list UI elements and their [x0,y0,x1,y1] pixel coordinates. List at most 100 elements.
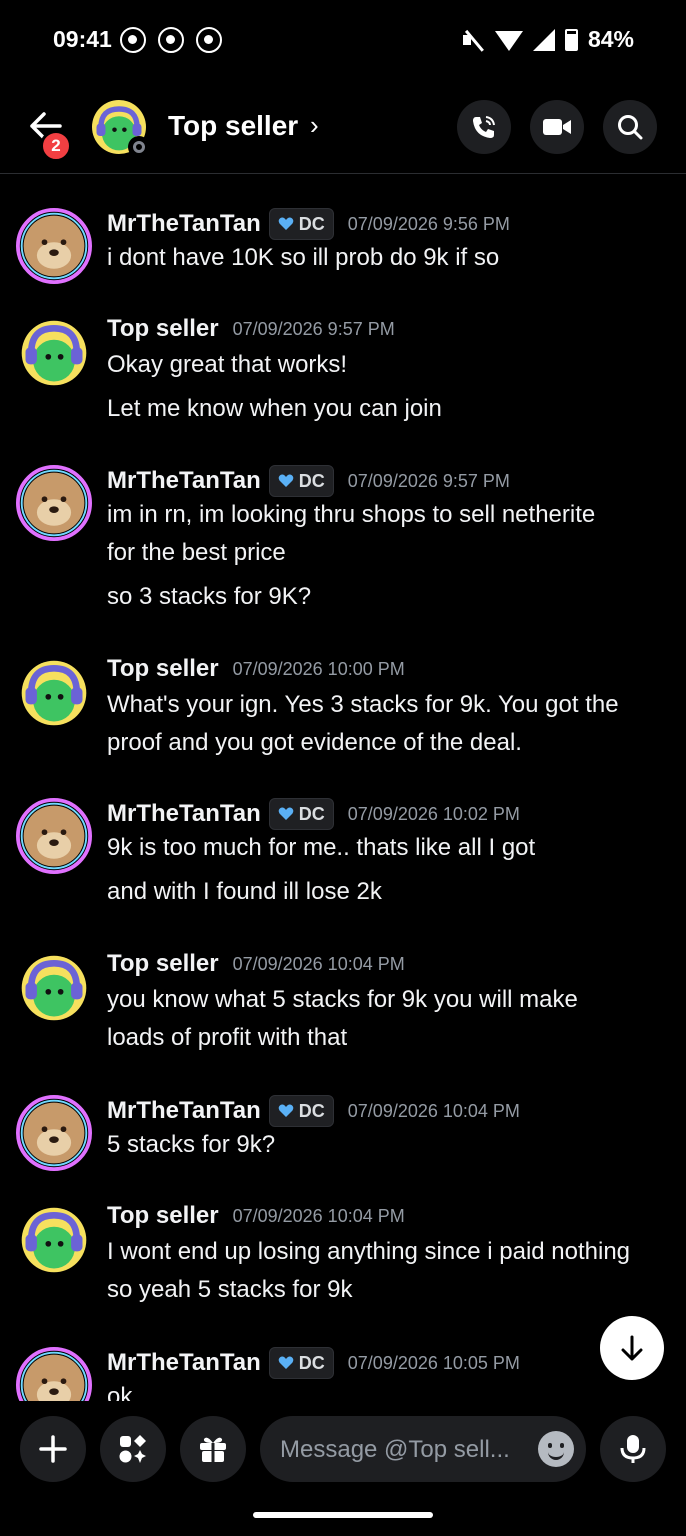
message-header: MrTheTanTan DC 07/09/2026 9:57 PM [107,465,510,497]
server-tag[interactable]: DC [268,465,334,497]
avatar[interactable] [16,1347,92,1401]
apps-button[interactable] [100,1416,166,1482]
voice-call-button[interactable] [457,100,511,154]
status-bar: 09:41 84% [0,0,686,80]
server-tag[interactable]: DC [268,1095,334,1127]
voice-message-button[interactable] [600,1416,666,1482]
message-text[interactable]: I wont end up losing anything since i pa… [107,1238,630,1266]
server-tag-label: DC [298,1100,325,1121]
emoji-icon[interactable] [538,1431,574,1467]
phone-call-icon [473,116,495,138]
chevron-right-icon[interactable]: › [310,110,319,141]
video-call-button[interactable] [530,100,584,154]
message-input[interactable]: Message @Top sell... [260,1416,586,1482]
message-group[interactable]: MrTheTanTan DC 07/09/2026 10:02 PM 9k is to… [0,798,686,938]
wifi-icon [494,30,523,51]
message-group[interactable]: Top seller 07/09/2026 10:00 PM What's your… [0,655,686,795]
message-group[interactable]: MrTheTanTan DC 07/09/2026 9:57 PM im in rn,… [0,465,686,610]
message-text[interactable]: 5 stacks for 9k? [107,1131,275,1159]
author-name[interactable]: Top seller [107,655,219,683]
avatar[interactable] [16,1095,92,1171]
message-text[interactable]: im in rn, im looking thru shops to sell … [107,501,595,529]
message-text[interactable]: Let me know when you can join [107,395,442,423]
timestamp: 07/09/2026 10:02 PM [347,803,520,824]
avatar[interactable] [16,315,92,391]
server-tag[interactable]: DC [268,1347,334,1379]
message-header: MrTheTanTan DC 07/09/2026 10:02 PM [107,798,520,830]
arrow-down-icon [621,1335,643,1361]
unread-badge: 2 [40,130,72,162]
timestamp: 07/09/2026 9:56 PM [347,213,510,234]
timestamp: 07/09/2026 9:57 PM [347,470,510,491]
message-group[interactable]: Top seller 07/09/2026 9:57 PM Okay great t… [0,315,686,455]
message-text[interactable]: Okay great that works! [107,351,347,379]
microphone-icon [620,1435,646,1463]
message-group[interactable]: MrTheTanTan DC 07/09/2026 10:05 PM ok [0,1347,686,1401]
author-name[interactable]: MrTheTanTan [107,800,261,828]
server-tag-label: DC [298,213,325,234]
heart-icon [278,1356,294,1369]
author-name[interactable]: Top seller [107,1202,219,1230]
video-camera-icon [543,119,571,135]
timestamp: 07/09/2026 10:00 PM [232,658,405,679]
timestamp: 07/09/2026 10:04 PM [232,1205,405,1226]
author-name[interactable]: MrTheTanTan [107,1349,261,1377]
author-name[interactable]: Top seller [107,950,219,978]
server-tag[interactable]: DC [268,798,334,830]
message-text[interactable]: for the best price [107,539,286,567]
gift-button[interactable] [180,1416,246,1482]
status-notification-icons [120,27,222,53]
heart-icon [278,474,294,487]
server-tag-label: DC [298,470,325,491]
apps-icon [119,1435,146,1463]
server-tag-label: DC [298,1352,325,1373]
message-input-placeholder: Message @Top sell... [280,1436,510,1463]
author-name[interactable]: Top seller [107,315,219,343]
avatar[interactable] [16,950,92,1026]
page-title[interactable]: Top seller [168,110,298,142]
jump-to-bottom-button[interactable] [600,1316,664,1380]
timestamp: 07/09/2026 10:04 PM [347,1100,520,1121]
timestamp: 07/09/2026 10:04 PM [232,953,405,974]
avatar[interactable] [16,655,92,731]
server-tag[interactable]: DC [268,208,334,240]
timestamp: 07/09/2026 10:05 PM [347,1352,520,1373]
status-time: 09:41 [53,26,112,52]
search-icon [618,115,643,140]
heart-icon [278,217,294,230]
message-text[interactable]: ok [107,1383,132,1401]
author-name[interactable]: MrTheTanTan [107,210,261,238]
avatar[interactable] [16,1202,92,1278]
message-text[interactable]: proof and you got evidence of the deal. [107,729,522,757]
avatar[interactable] [16,208,92,284]
accessibility-icon [158,27,184,53]
message-group[interactable]: Top seller 07/09/2026 10:04 PM you know wh… [0,950,686,1090]
plus-icon [39,1435,67,1463]
avatar[interactable] [16,798,92,874]
status-system-icons: 84% [461,26,634,53]
cell-signal-icon [532,28,555,51]
message-list[interactable]: MrTheTanTan DC 07/09/2026 9:56 PM i dont ha… [0,175,686,1401]
message-text[interactable]: so yeah 5 stacks for 9k [107,1276,352,1304]
message-text[interactable]: What's your ign. Yes 3 stacks for 9k. Yo… [107,691,619,719]
message-text[interactable]: loads of profit with that [107,1024,347,1052]
gift-icon [200,1437,226,1462]
message-text[interactable]: so 3 stacks for 9K? [107,583,311,611]
search-button[interactable] [603,100,657,154]
author-name[interactable]: MrTheTanTan [107,467,261,495]
message-text[interactable]: and with I found ill lose 2k [107,878,382,906]
avatar[interactable] [16,465,92,541]
message-header: Top seller 07/09/2026 10:04 PM [107,950,405,978]
message-text[interactable]: you know what 5 stacks for 9k you will m… [107,986,578,1014]
attach-button[interactable] [20,1416,86,1482]
message-group[interactable]: Top seller 07/09/2026 10:04 PM I wont end … [0,1202,686,1342]
chrome-icon [120,27,146,53]
mute-icon [461,29,485,51]
author-name[interactable]: MrTheTanTan [107,1097,261,1125]
message-text[interactable]: 9k is too much for me.. thats like all I… [107,834,535,862]
message-text[interactable]: i dont have 10K so ill prob do 9k if so [107,244,499,272]
message-header: Top seller 07/09/2026 10:00 PM [107,655,405,683]
home-indicator[interactable] [253,1512,433,1518]
battery-percent: 84% [587,26,634,52]
message-header: Top seller 07/09/2026 9:57 PM [107,315,395,343]
